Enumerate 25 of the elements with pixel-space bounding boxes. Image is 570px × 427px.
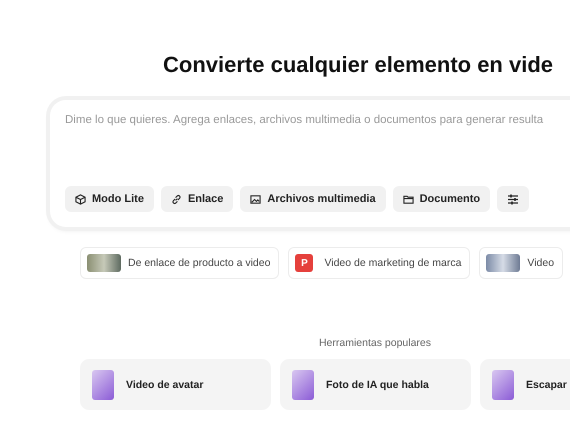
media-button[interactable]: Archivos multimedia	[240, 186, 386, 212]
photo-placeholder	[92, 370, 114, 400]
mode-button[interactable]: Modo Lite	[65, 186, 154, 212]
sliders-icon	[507, 194, 520, 204]
photo-placeholder	[87, 254, 121, 272]
link-icon	[170, 194, 182, 204]
photo-placeholder	[486, 254, 520, 272]
folder-icon	[402, 194, 414, 204]
cube-icon	[75, 194, 86, 204]
tool-card[interactable]: Foto de IA que habla	[280, 359, 471, 410]
tool-card[interactable]: Video de avatar	[80, 359, 271, 410]
brand-logo: P	[295, 254, 314, 272]
link-button[interactable]: Enlace	[160, 186, 234, 212]
prompt-input[interactable]: Dime lo que quieres. Agrega enlaces, archivos multimedia o documentos para generar resulta	[65, 114, 568, 154]
document-button[interactable]: Documento	[392, 186, 490, 212]
image-icon	[250, 194, 262, 204]
tool-card[interactable]: Escapar	[480, 359, 570, 410]
section-heading: Herramientas populares	[318, 337, 432, 349]
suggestion-chip[interactable]: De enlace de producto a video	[80, 247, 280, 279]
page-title: Convierte cualquier elemento en vide	[163, 52, 554, 78]
photo-placeholder	[492, 370, 514, 400]
suggestion-chip[interactable]: P Video de marketing de marca	[288, 247, 470, 279]
photo-placeholder	[292, 370, 314, 400]
settings-button[interactable]	[497, 186, 530, 212]
suggestion-chip[interactable]: Video	[479, 247, 564, 279]
